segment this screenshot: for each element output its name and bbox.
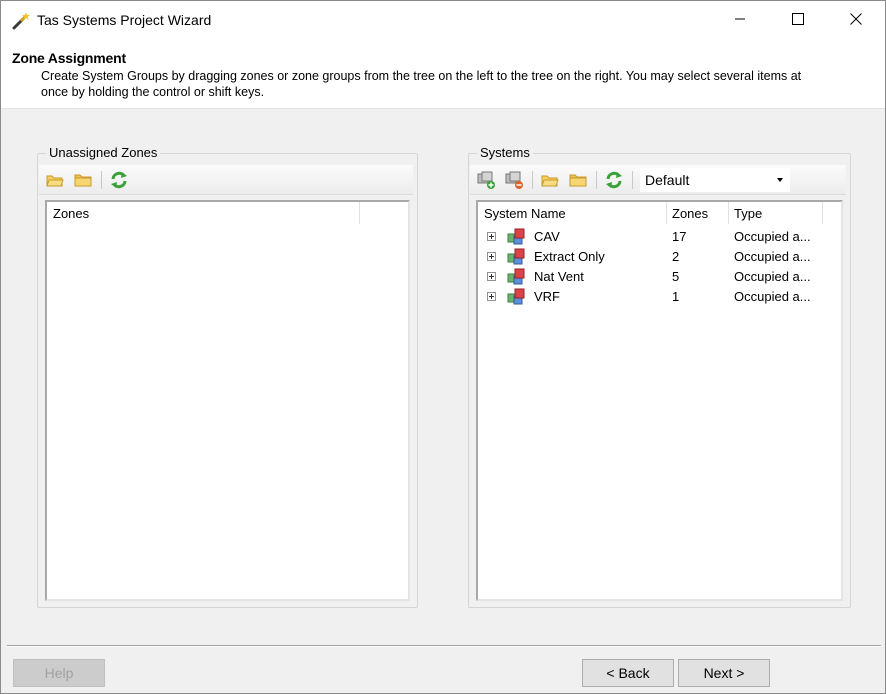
- minimize-button[interactable]: [711, 1, 769, 39]
- system-cubes-icon: [506, 227, 528, 247]
- title-bar[interactable]: Tas Systems Project Wizard: [1, 1, 885, 39]
- close-icon: [850, 12, 862, 28]
- magic-wand-icon: [11, 11, 31, 31]
- refresh-icon[interactable]: [109, 170, 129, 190]
- close-button[interactable]: [827, 1, 885, 39]
- footer-divider-highlight: [7, 646, 881, 647]
- column-divider[interactable]: [728, 202, 729, 224]
- systems-label: Systems: [477, 145, 533, 160]
- window-title: Tas Systems Project Wizard: [37, 12, 212, 28]
- folder-icon[interactable]: [73, 170, 93, 190]
- system-zones: 17: [672, 229, 687, 244]
- column-divider[interactable]: [359, 202, 360, 224]
- help-button[interactable]: Help: [13, 659, 105, 687]
- unassigned-zones-label: Unassigned Zones: [46, 145, 161, 160]
- folder-icon[interactable]: [568, 170, 588, 190]
- system-filter-value: Default: [645, 172, 690, 188]
- system-name: Nat Vent: [534, 269, 584, 284]
- system-zones: 2: [672, 249, 680, 264]
- wizard-header: Zone Assignment Create System Groups by …: [1, 39, 885, 109]
- open-folder-icon[interactable]: [540, 170, 560, 190]
- system-zones: 5: [672, 269, 680, 284]
- system-zones: 1: [672, 289, 680, 304]
- back-button[interactable]: < Back: [582, 659, 674, 687]
- system-type: Occupied a...: [734, 289, 811, 304]
- tree-row[interactable]: Nat Vent 5 Occupied a...: [478, 267, 838, 287]
- system-filter-combo[interactable]: Default: [640, 168, 790, 192]
- column-header-zones[interactable]: Zones: [672, 206, 708, 221]
- system-type: Occupied a...: [734, 229, 811, 244]
- column-divider[interactable]: [822, 202, 823, 224]
- next-button[interactable]: Next >: [678, 659, 770, 687]
- system-name: VRF: [534, 289, 560, 304]
- column-divider[interactable]: [666, 202, 667, 224]
- system-name: CAV: [534, 229, 560, 244]
- expand-icon[interactable]: [487, 292, 496, 301]
- tree-row[interactable]: Extract Only 2 Occupied a...: [478, 247, 838, 267]
- system-type: Occupied a...: [734, 249, 811, 264]
- expand-icon[interactable]: [487, 272, 496, 281]
- open-folder-icon[interactable]: [45, 170, 65, 190]
- system-cubes-icon: [506, 267, 528, 287]
- systems-toolbar: Default: [470, 165, 846, 195]
- column-header-zones[interactable]: Zones: [53, 206, 89, 221]
- expand-icon[interactable]: [487, 252, 496, 261]
- toolbar-separator: [596, 171, 597, 189]
- tree-row[interactable]: CAV 17 Occupied a...: [478, 227, 838, 247]
- add-system-icon[interactable]: [476, 170, 496, 190]
- system-type: Occupied a...: [734, 269, 811, 284]
- column-header-system-name[interactable]: System Name: [484, 206, 566, 221]
- toolbar-separator: [632, 171, 633, 189]
- wizard-window: Tas Systems Project Wizard Zone Assignme…: [0, 0, 886, 694]
- chevron-down-icon: [777, 178, 783, 182]
- column-header-type[interactable]: Type: [734, 206, 762, 221]
- systems-tree[interactable]: System Name Zones Type CAV 17 Occupied a…: [476, 200, 843, 601]
- system-cubes-icon: [506, 247, 528, 267]
- remove-system-icon[interactable]: [504, 170, 524, 190]
- page-description: Create System Groups by dragging zones o…: [41, 69, 802, 99]
- system-name: Extract Only: [534, 249, 605, 264]
- refresh-icon[interactable]: [604, 170, 624, 190]
- page-title: Zone Assignment: [12, 50, 126, 66]
- system-cubes-icon: [506, 287, 528, 307]
- toolbar-separator: [101, 171, 102, 189]
- toolbar-separator: [532, 171, 533, 189]
- unassigned-zones-toolbar: [39, 165, 413, 195]
- tree-row[interactable]: VRF 1 Occupied a...: [478, 287, 838, 307]
- expand-icon[interactable]: [487, 232, 496, 241]
- minimize-icon: [734, 13, 746, 28]
- maximize-button[interactable]: [769, 1, 827, 39]
- maximize-icon: [792, 12, 804, 28]
- unassigned-zones-tree[interactable]: Zones: [45, 200, 410, 601]
